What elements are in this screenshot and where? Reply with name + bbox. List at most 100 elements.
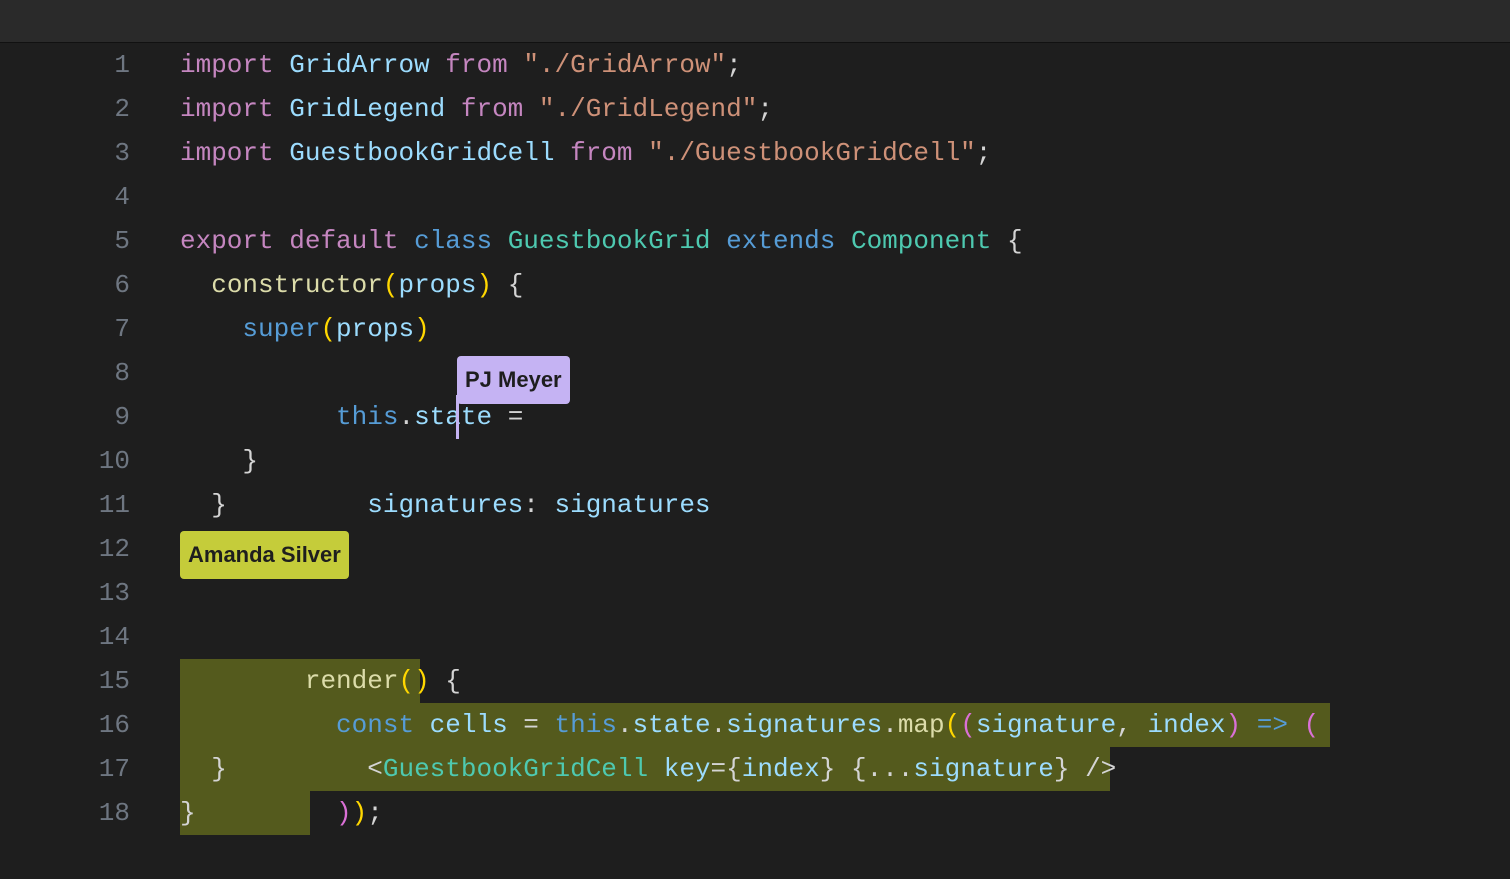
function-name: map — [898, 710, 945, 740]
punctuation: < — [367, 754, 383, 784]
punctuation: ; — [757, 94, 773, 124]
line-number: 9 — [20, 395, 130, 439]
code-line[interactable]: import GuestbookGridCell from "./Guestbo… — [180, 131, 1510, 175]
line-number: 11 — [20, 483, 130, 527]
identifier: signature — [913, 754, 1053, 784]
title-bar — [0, 0, 1510, 43]
function-name: render — [305, 666, 399, 696]
parameter: props — [336, 314, 414, 344]
paren: ( — [1304, 710, 1320, 740]
code-line[interactable]: export default class GuestbookGrid exten… — [180, 219, 1510, 263]
string-literal: "./GridLegend" — [539, 94, 757, 124]
brace: { — [1007, 226, 1023, 256]
line-number: 15 — [20, 659, 130, 703]
brace: { — [445, 666, 461, 696]
line-number: 14 — [20, 615, 130, 659]
function-name: constructor — [211, 270, 383, 300]
class-name: GuestbookGrid — [508, 226, 711, 256]
punctuation: ; — [726, 50, 742, 80]
line-number: 13 — [20, 571, 130, 615]
paren: ) — [352, 798, 368, 828]
code-editor[interactable]: 1 2 3 4 5 6 7 8 9 10 11 12 13 14 15 16 1… — [20, 43, 1510, 862]
brace: } — [211, 490, 227, 520]
paren: ( — [383, 270, 399, 300]
keyword-import: import — [180, 138, 274, 168]
brace: } — [180, 798, 196, 828]
line-number: 7 — [20, 307, 130, 351]
line-number: 6 — [20, 263, 130, 307]
brace: { — [508, 270, 524, 300]
brace: { — [851, 754, 867, 784]
keyword-const: const — [336, 710, 414, 740]
code-line[interactable]: constructor(props) { — [180, 263, 1510, 307]
line-number: 4 — [20, 175, 130, 219]
line-number: 18 — [20, 791, 130, 835]
code-line[interactable]: this.state = PJ Meyer — [180, 351, 1510, 395]
line-number: 12 — [20, 527, 130, 571]
brace: } — [1054, 754, 1070, 784]
code-line[interactable] — [180, 175, 1510, 219]
paren: ( — [945, 710, 961, 740]
punctuation: . — [711, 710, 727, 740]
identifier: index — [742, 754, 820, 784]
property: signatures — [726, 710, 882, 740]
keyword-import: import — [180, 50, 274, 80]
identifier: GridArrow — [289, 50, 429, 80]
operator: = — [492, 402, 523, 432]
brace: { — [726, 754, 742, 784]
line-number: 10 — [20, 439, 130, 483]
code-content[interactable]: import GridArrow from "./GridArrow"; imp… — [180, 43, 1510, 835]
keyword-from: from — [570, 138, 632, 168]
paren: ) — [336, 798, 352, 828]
punctuation: . — [617, 710, 633, 740]
property: signatures — [367, 490, 523, 520]
paren: ) — [414, 314, 430, 344]
punctuation: ; — [367, 798, 383, 828]
operator: = — [523, 710, 539, 740]
keyword-this: this — [336, 402, 398, 432]
keyword-default: default — [289, 226, 398, 256]
collaborator-cursor-label: Amanda Silver — [180, 531, 349, 579]
parameter: signature — [976, 710, 1116, 740]
keyword-export: export — [180, 226, 274, 256]
paren: ( — [320, 314, 336, 344]
code-line[interactable]: } — [180, 439, 1510, 483]
class-name: Component — [851, 226, 991, 256]
string-literal: "./GuestbookGridCell" — [648, 138, 976, 168]
line-number: 16 — [20, 703, 130, 747]
code-line[interactable]: const cells = this.state.signatures.map(… — [180, 615, 1510, 659]
punctuation: : — [523, 490, 539, 520]
code-line[interactable]: Amanda Silver — [180, 527, 1510, 571]
brace: } — [211, 754, 227, 784]
code-line[interactable]: render() { — [180, 571, 1510, 615]
parameter: props — [398, 270, 476, 300]
parameter: index — [1148, 710, 1226, 740]
paren: ) — [476, 270, 492, 300]
operator: = — [711, 754, 727, 784]
line-number: 2 — [20, 87, 130, 131]
code-line[interactable]: super(props) — [180, 307, 1510, 351]
paren: ( — [398, 666, 414, 696]
brace: } — [820, 754, 836, 784]
identifier: cells — [430, 710, 508, 740]
identifier: signatures — [555, 490, 711, 520]
code-line[interactable]: import GridLegend from "./GridLegend"; — [180, 87, 1510, 131]
property: state — [633, 710, 711, 740]
punctuation: , — [1116, 710, 1132, 740]
keyword-super: super — [242, 314, 320, 344]
line-number: 8 — [20, 351, 130, 395]
line-number: 1 — [20, 43, 130, 87]
punctuation: /> — [1085, 754, 1116, 784]
punctuation: ; — [976, 138, 992, 168]
line-number: 17 — [20, 747, 130, 791]
line-number: 5 — [20, 219, 130, 263]
arrow-operator: => — [1257, 710, 1288, 740]
jsx-tag: GuestbookGridCell — [383, 754, 648, 784]
line-number: 3 — [20, 131, 130, 175]
jsx-attribute: key — [664, 754, 711, 784]
code-line[interactable]: import GridArrow from "./GridArrow"; — [180, 43, 1510, 87]
paren: ) — [1226, 710, 1242, 740]
paren: ) — [414, 666, 430, 696]
identifier: GuestbookGridCell — [289, 138, 554, 168]
keyword-from: from — [445, 50, 507, 80]
